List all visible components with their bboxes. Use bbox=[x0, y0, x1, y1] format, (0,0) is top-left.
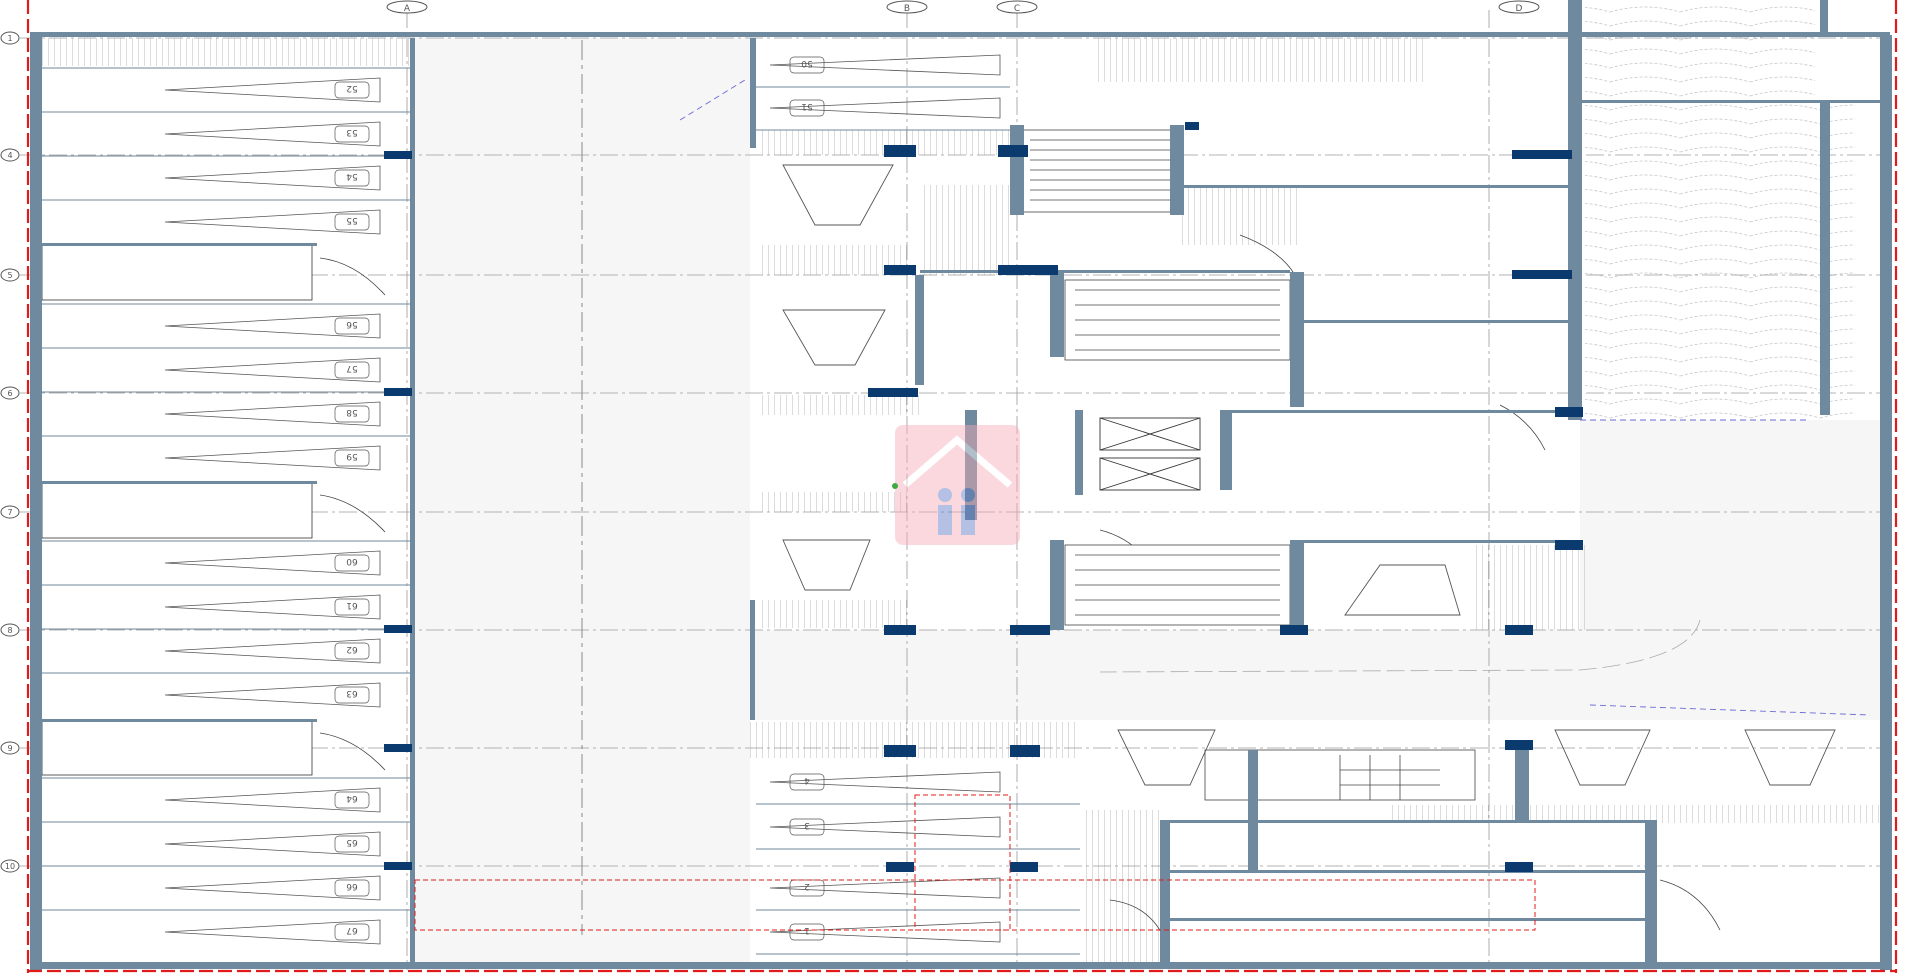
stall-number: 52 bbox=[346, 83, 357, 93]
stall-number: 58 bbox=[346, 407, 358, 417]
hatched-zone bbox=[1095, 38, 1425, 82]
stall-number: 64 bbox=[346, 793, 358, 803]
stair-middle bbox=[1064, 279, 1291, 361]
grid-label: 8 bbox=[7, 626, 12, 635]
stall-number: 3 bbox=[804, 820, 810, 830]
stall-number: 66 bbox=[346, 881, 358, 891]
grid-bubble-row-5: 5 bbox=[0, 268, 20, 282]
grid-bubble-row-4: 4 bbox=[0, 148, 20, 162]
stall-number: 67 bbox=[346, 925, 357, 935]
grid-label: 7 bbox=[7, 508, 12, 517]
stall-number: 56 bbox=[346, 319, 358, 329]
stall-number: 59 bbox=[346, 451, 358, 461]
grid-label: 6 bbox=[7, 389, 12, 398]
stall-number: 53 bbox=[346, 127, 357, 137]
grid-label: A bbox=[404, 4, 411, 14]
grid-label: 5 bbox=[7, 271, 12, 280]
stair-bottom-right bbox=[1204, 749, 1476, 801]
stall-number: 65 bbox=[346, 837, 357, 847]
grid-label: 9 bbox=[7, 744, 12, 753]
grid-label: C bbox=[1014, 4, 1020, 14]
house-family-logo-icon bbox=[895, 425, 1020, 545]
stair-lower bbox=[1064, 544, 1291, 626]
grid-label: B bbox=[904, 4, 910, 14]
hatched-zone bbox=[760, 395, 920, 415]
hatched-zone bbox=[1085, 810, 1160, 965]
ramp-hatch bbox=[1585, 100, 1855, 420]
stall-number: 60 bbox=[346, 556, 358, 566]
stall-number: 4 bbox=[804, 775, 810, 785]
floor-plan-drawing: A B C D 1 4 5 6 7 8 9 10 525354555657585… bbox=[0, 0, 1920, 973]
stair-top bbox=[1019, 129, 1181, 213]
hatched-zone bbox=[760, 600, 910, 628]
stall-number: 61 bbox=[346, 600, 357, 610]
stall-number: 62 bbox=[346, 644, 357, 654]
grid-bubble-row-7: 7 bbox=[0, 505, 20, 519]
grid-bubble-row-8: 8 bbox=[0, 623, 20, 637]
stall-number: 50 bbox=[801, 58, 813, 68]
stall-number: 2 bbox=[804, 881, 810, 891]
ramp-area bbox=[1580, 420, 1880, 720]
grid-bubble-row-1: 1 bbox=[0, 31, 20, 45]
grid-bubble-row-9: 9 bbox=[0, 741, 20, 755]
stall-number: 51 bbox=[801, 101, 812, 111]
hatched-zone bbox=[42, 38, 415, 66]
hatched-zone bbox=[760, 492, 910, 512]
grid-bubble-row-6: 6 bbox=[0, 386, 20, 400]
stall-number: 54 bbox=[346, 171, 358, 181]
grid-bubble-row-10: 10 bbox=[0, 859, 20, 873]
marker-dot bbox=[892, 483, 898, 489]
stall-number: 57 bbox=[346, 363, 357, 373]
grid-label: 1 bbox=[7, 34, 12, 43]
ramp-hatch bbox=[1585, 0, 1815, 100]
grid-label: D bbox=[1516, 4, 1523, 14]
hatched-zone bbox=[920, 185, 1010, 275]
grid-label: 10 bbox=[5, 862, 15, 871]
stall-number: 63 bbox=[346, 688, 357, 698]
stall-number: 55 bbox=[346, 215, 357, 225]
grid-label: 4 bbox=[7, 151, 12, 160]
hatched-zone bbox=[1475, 545, 1585, 630]
drive-aisle-center bbox=[750, 630, 1580, 720]
hatched-zone bbox=[1180, 185, 1300, 245]
